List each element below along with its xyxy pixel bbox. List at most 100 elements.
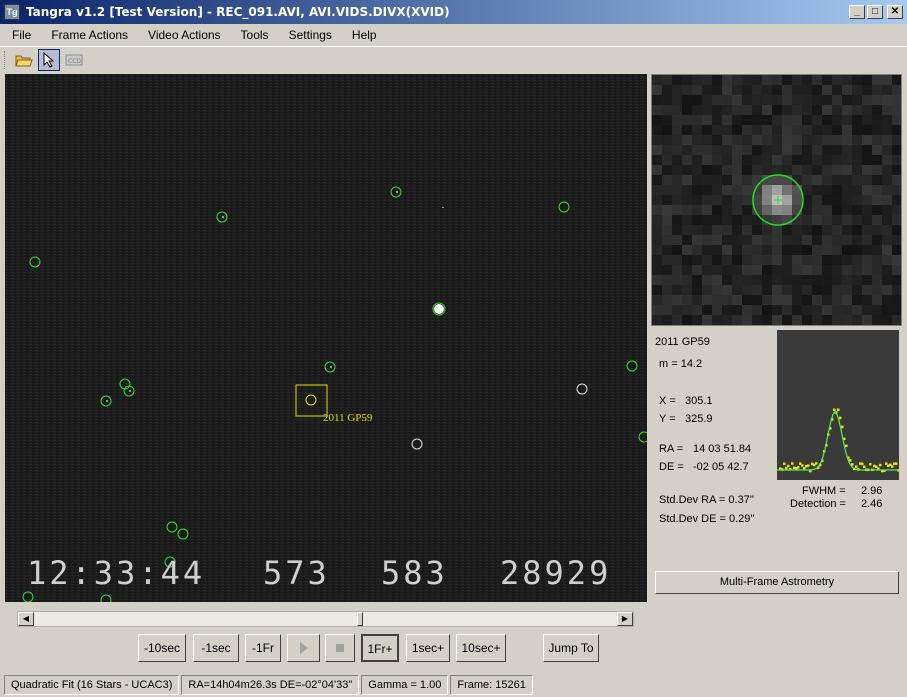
zoom-pixel [892,95,901,105]
zoom-pixel [722,255,732,265]
zoom-pixel [702,265,712,275]
menu-help[interactable]: Help [352,28,377,42]
menu-file[interactable]: File [12,28,31,42]
menu-frame-actions[interactable]: Frame Actions [51,28,128,42]
back-1frame-button[interactable]: -1Fr [245,634,281,662]
psf-data-point [791,462,794,465]
maximize-button[interactable]: □ [867,5,883,19]
zoom-pixel [772,165,782,175]
back-1sec-button[interactable]: -1sec [193,634,239,662]
zoom-pixel [852,145,862,155]
zoom-pixel [772,95,782,105]
frame-scrollbar[interactable]: ◀ ▶ [17,611,634,627]
forward-1frame-button[interactable]: 1Fr+ [361,634,399,662]
zoom-pixel [662,155,672,165]
zoom-pixel [782,235,792,245]
zoom-pixel [802,75,812,85]
zoom-pixel [652,175,662,185]
zoom-pixel [722,115,732,125]
zoom-pixel [792,125,802,135]
zoom-pixel [892,295,901,305]
zoom-pixel [732,185,742,195]
forward-10sec-button[interactable]: 10sec+ [456,634,506,662]
scroll-thumb[interactable] [357,612,363,626]
zoom-pixel [872,95,882,105]
zoom-pixel [712,135,722,145]
zoom-pixel [702,185,712,195]
zoom-pixel [742,285,752,295]
forward-1sec-button[interactable]: 1sec+ [406,634,450,662]
zoom-pixel [892,205,901,215]
video-frame[interactable]: 2011 GP59 12:33:44 573 583 28929 [5,74,647,602]
zoom-pixel [812,175,822,185]
multi-frame-astrometry-button[interactable]: Multi-Frame Astrometry [655,571,899,594]
zoomed-target-view[interactable] [651,74,902,326]
zoom-pixel [782,305,792,315]
zoom-pixel [742,195,752,205]
back-10sec-button[interactable]: -10sec [138,634,186,662]
ra-label: RA = [659,443,684,455]
zoom-pixel [772,275,782,285]
pointer-tool-button[interactable] [38,48,60,71]
zoom-pixel [862,115,872,125]
zoom-pixel [712,285,722,295]
zoom-pixel [842,245,852,255]
menu-tools[interactable]: Tools [241,28,269,42]
zoom-pixel [812,185,822,195]
zoom-pixel [762,225,772,235]
zoom-pixel [662,165,672,175]
zoom-pixel [662,85,672,95]
menu-settings[interactable]: Settings [289,28,332,42]
zoom-pixel [842,105,852,115]
minimize-button[interactable]: _ [849,5,865,19]
zoom-pixel [762,315,772,325]
zoom-pixel [762,125,772,135]
toolbar-grip[interactable] [4,50,7,69]
zoom-pixel [702,125,712,135]
zoom-pixel [662,265,672,275]
zoom-pixel [822,125,832,135]
stddev-ra: Std.Dev RA = 0.37'' [659,494,755,506]
stop-button[interactable] [325,634,355,662]
zoom-pixel [682,105,692,115]
zoom-pixel [752,235,762,245]
zoom-pixel [782,75,792,85]
zoom-pixel [652,315,662,325]
zoom-pixel [692,175,702,185]
psf-data-point [863,465,866,469]
zoom-pixel [762,95,772,105]
zoom-pixel [772,205,782,215]
open-file-button[interactable] [13,49,35,71]
zoom-pixel [882,295,892,305]
scroll-right-arrow[interactable]: ▶ [617,612,633,626]
target-magnitude: m = 14.2 [659,358,703,370]
zoom-pixel [872,265,882,275]
play-button[interactable] [287,634,320,662]
zoom-pixel [852,195,862,205]
jump-to-button[interactable]: Jump To [543,634,599,662]
menu-video-actions[interactable]: Video Actions [148,28,221,42]
zoom-pixel [872,85,882,95]
zoom-pixel [772,85,782,95]
zoom-pixel [662,275,672,285]
toolbar: CCD [0,46,907,72]
scroll-left-arrow[interactable]: ◀ [18,612,34,626]
zoom-pixel [882,145,892,155]
status-fit: Quadratic Fit (16 Stars - UCAC3) [4,674,180,695]
zoom-pixel [892,315,901,325]
ccd-tool-button[interactable]: CCD [63,49,85,71]
zoom-pixel [692,125,702,135]
zoom-pixel [722,155,732,165]
zoom-pixel [782,165,792,175]
zoom-pixel [772,265,782,275]
close-button[interactable]: ✕ [887,5,903,19]
zoom-pixel [832,105,842,115]
video-canvas[interactable]: 2011 GP59 12:33:44 573 583 28929 [5,74,647,602]
zoom-pixel [802,135,812,145]
zoom-pixel [862,215,872,225]
zoom-pixel [802,265,812,275]
zoom-pixel [842,225,852,235]
zoom-pixel [832,245,842,255]
zoom-pixel [662,75,672,85]
app-icon[interactable]: Tg [4,4,20,20]
